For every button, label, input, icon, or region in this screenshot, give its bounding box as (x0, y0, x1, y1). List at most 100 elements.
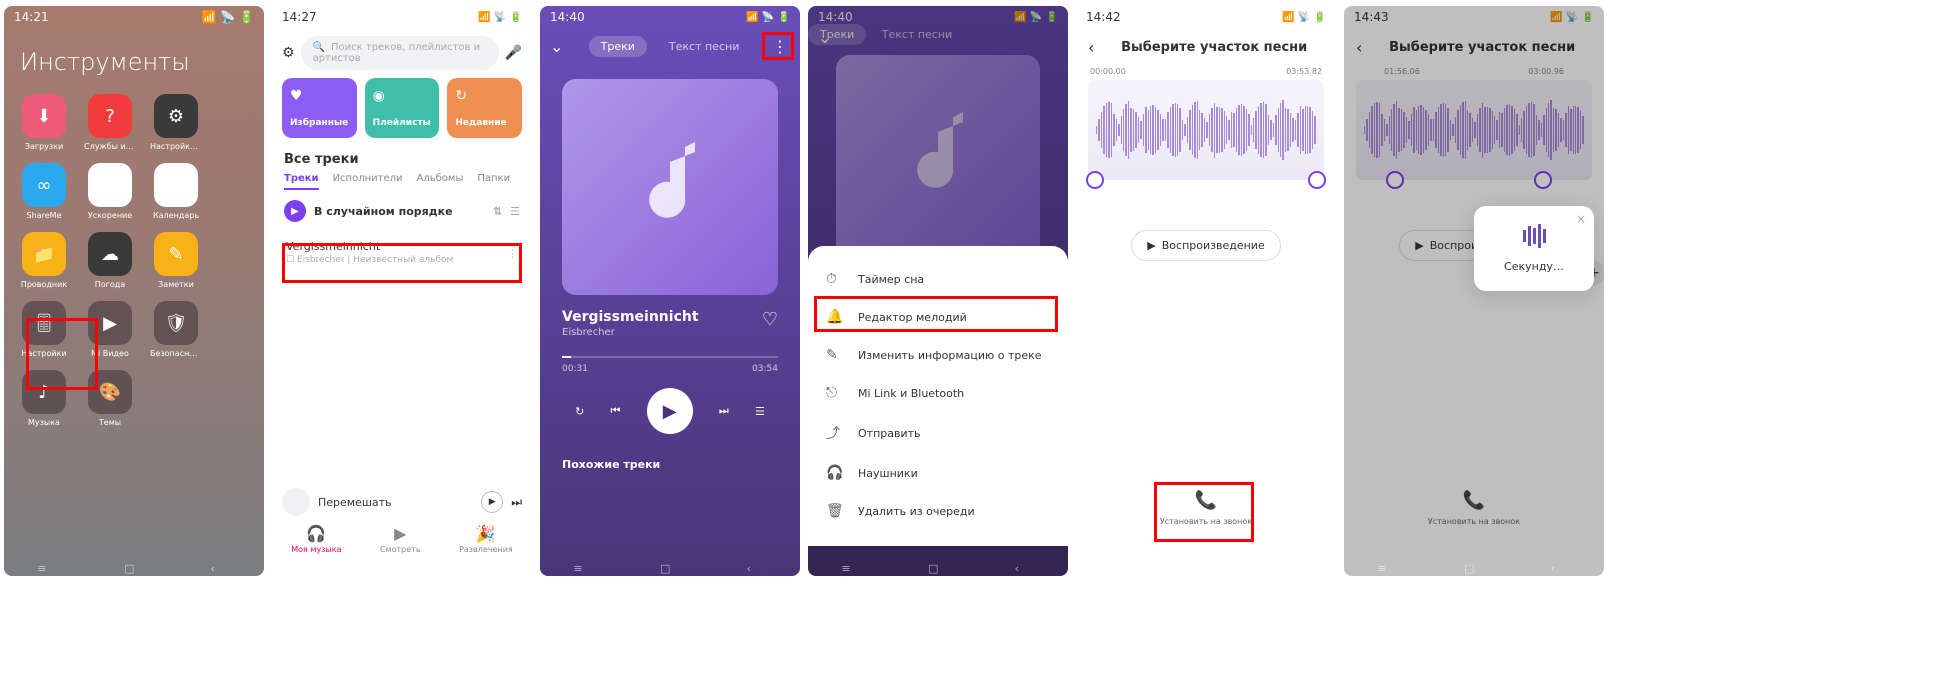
shuffle-play-icon: ▶ (284, 200, 306, 222)
queue-icon[interactable]: ☰ (755, 405, 765, 418)
system-nav: ≡□‹ (540, 554, 800, 572)
search-input[interactable]: 🔍Поиск треков, плейлистов и артистов (301, 36, 499, 70)
tab-tracks[interactable]: Треки (589, 36, 647, 57)
screen-editor: 14:42 📶 📡 🔋 ‹ Выберите участок песни 00:… (1076, 6, 1336, 576)
status-bar: 14:40 📶 📡 🔋 (540, 6, 800, 28)
status-indicators: 📶 📡 🔋 (746, 12, 790, 23)
now-playing-art (282, 488, 310, 516)
section-title: Все треки (284, 152, 520, 167)
backdrop (1344, 6, 1604, 576)
highlight-settings-app (26, 318, 98, 390)
nav-home-icon: □ (124, 562, 144, 564)
bottom-nav-item[interactable]: 🎧Моя музыка (291, 524, 341, 554)
tab[interactable]: Альбомы (417, 173, 464, 190)
status-indicators: 📶 📡 🔋 (1282, 12, 1326, 23)
time-total: 03:54 (752, 364, 778, 374)
toast-text: Секунду… (1486, 260, 1582, 273)
nav-back-icon: ‹ (211, 562, 231, 564)
menu-item[interactable]: 🗑Удалить из очереди (808, 492, 1068, 530)
song-artist: Eisbrecher (562, 327, 699, 338)
time-start: 00:00.00 (1090, 67, 1126, 76)
highlight-set-ringtone (1154, 482, 1254, 542)
status-time: 14:42 (1086, 10, 1121, 24)
screen-launcher: 14:21 📶 📡 🔋 Инструменты ⬇ Загрузки ? Слу… (4, 6, 264, 576)
prev-icon[interactable]: ⏮ (611, 404, 621, 418)
app-icon[interactable]: ⚙ Настройки рабочего ст… (152, 94, 200, 151)
collapse-icon[interactable]: ⌄ (550, 37, 563, 56)
bottom-nav-item[interactable]: ▶Смотреть (380, 524, 421, 554)
highlight-more-menu (762, 32, 794, 60)
status-time: 14:27 (282, 10, 317, 24)
library-card[interactable]: ◉Плейлисты (365, 78, 440, 138)
status-indicators: 📶 📡 🔋 (202, 10, 254, 24)
highlight-track (282, 243, 522, 283)
app-icon[interactable]: ✎ Заметки (152, 232, 200, 289)
screen-music-list: 14:27 📶 📡 🔋 ⚙ 🔍Поиск треков, плейлистов … (272, 6, 532, 576)
system-nav: ≡□‹ (272, 554, 532, 572)
status-indicators: 📶 📡 🔋 (478, 12, 522, 23)
sort-icon[interactable]: ⇅ (493, 205, 502, 218)
handle-end[interactable] (1308, 171, 1326, 189)
app-icon[interactable]: ∞ ShareMe (20, 163, 68, 220)
tabs: Треки Исполнители Альбомы Папки (272, 173, 532, 190)
screen-player-menu: 14:40 📶 📡 🔋 ⌄ Треки Текст песни ‹ › ⏱Тай… (808, 6, 1068, 576)
song-name: Vergissmeinnicht (562, 309, 699, 325)
progress-bar[interactable] (562, 356, 778, 358)
app-icon[interactable]: 2 Календарь (152, 163, 200, 220)
app-icon[interactable]: ⏱ Ускорение (86, 163, 134, 220)
tab[interactable]: Исполнители (333, 173, 403, 190)
time-elapsed: 00:31 (562, 364, 588, 374)
library-card[interactable]: ♥Избранные (282, 78, 357, 138)
app-icon[interactable]: ? Службы и обратная св… (86, 94, 134, 151)
play-button[interactable]: ▶ Воспроизведение (1131, 230, 1281, 261)
mic-icon[interactable]: 🎤 (505, 45, 522, 61)
app-icon[interactable]: ⬇ Загрузки (20, 94, 68, 151)
waveform[interactable] (1088, 80, 1324, 180)
menu-item[interactable]: ⏱Таймер сна (808, 260, 1068, 298)
shuffle-row[interactable]: ▶ В случайном порядке ⇅ ☰ (284, 200, 520, 222)
bottom-nav: 🎧Моя музыка ▶Смотреть 🎉Развлечения (272, 524, 532, 554)
time-end: 03:53.82 (1286, 67, 1322, 76)
play-icon[interactable]: ▶ (481, 491, 503, 513)
status-time: 14:21 (14, 10, 49, 24)
app-icon[interactable]: 📁 Проводник (20, 232, 68, 289)
bottom-nav-item[interactable]: 🎉Развлечения (459, 524, 513, 554)
highlight-ringtone-editor (814, 296, 1058, 332)
menu-item[interactable]: ⎋Mi Link и Bluetooth (808, 374, 1068, 412)
system-nav: ≡□‹ (1076, 554, 1336, 572)
system-nav: ≡□‹ (808, 554, 1068, 572)
screen-editor-loading: 14:43 📶 📡 🔋 ‹ Выберите участок песни 01:… (1344, 6, 1604, 576)
handle-start[interactable] (1086, 171, 1104, 189)
filter-icon[interactable]: ⚙ (282, 45, 295, 61)
repeat-icon[interactable]: ↻ (575, 405, 584, 418)
status-time: 14:40 (550, 10, 585, 24)
back-icon[interactable]: ‹ (1088, 38, 1094, 57)
system-nav: ≡ □ ‹ (4, 554, 264, 572)
similar-heading: Похожие треки (540, 458, 800, 471)
status-bar: 14:27 📶 📡 🔋 (272, 6, 532, 28)
nav-recents-icon: ≡ (37, 562, 57, 564)
close-icon[interactable]: × (1576, 212, 1586, 226)
next-icon[interactable]: ⏭ (511, 495, 522, 510)
app-icon[interactable]: ☁ Погода (86, 232, 134, 289)
status-bar: 14:42 📶 📡 🔋 (1076, 6, 1336, 28)
next-icon[interactable]: ⏭ (719, 404, 729, 418)
tab-lyrics[interactable]: Текст песни (657, 36, 751, 57)
tab[interactable]: Треки (284, 173, 319, 190)
menu-item[interactable]: ✎Изменить информацию о треке (808, 336, 1068, 374)
system-nav: ≡□‹ (1344, 554, 1604, 572)
favorite-icon[interactable]: ♡ (762, 309, 778, 330)
editor-title: Выберите участок песни (1104, 40, 1324, 55)
play-button[interactable]: ▶ (647, 388, 693, 434)
library-card[interactable]: ↻Недавние (447, 78, 522, 138)
app-icon[interactable]: 🛡 Безопасность (152, 301, 200, 358)
tab[interactable]: Папки (477, 173, 510, 190)
menu-sheet: ⏱Таймер сна 🔔Редактор мелодий ✎Изменить … (808, 246, 1068, 546)
now-playing-bar[interactable]: Перемешать ▶ ⏭ (282, 488, 522, 516)
menu-item[interactable]: ⤴Отправить (808, 412, 1068, 454)
screen-player: 14:40 📶 📡 🔋 ⌄ Треки Текст песни ⋮ Vergis… (540, 6, 800, 576)
album-art (562, 79, 778, 295)
list-icon[interactable]: ☰ (510, 205, 520, 218)
folder-title: Инструменты (20, 48, 248, 76)
menu-item[interactable]: 🎧Наушники (808, 454, 1068, 492)
